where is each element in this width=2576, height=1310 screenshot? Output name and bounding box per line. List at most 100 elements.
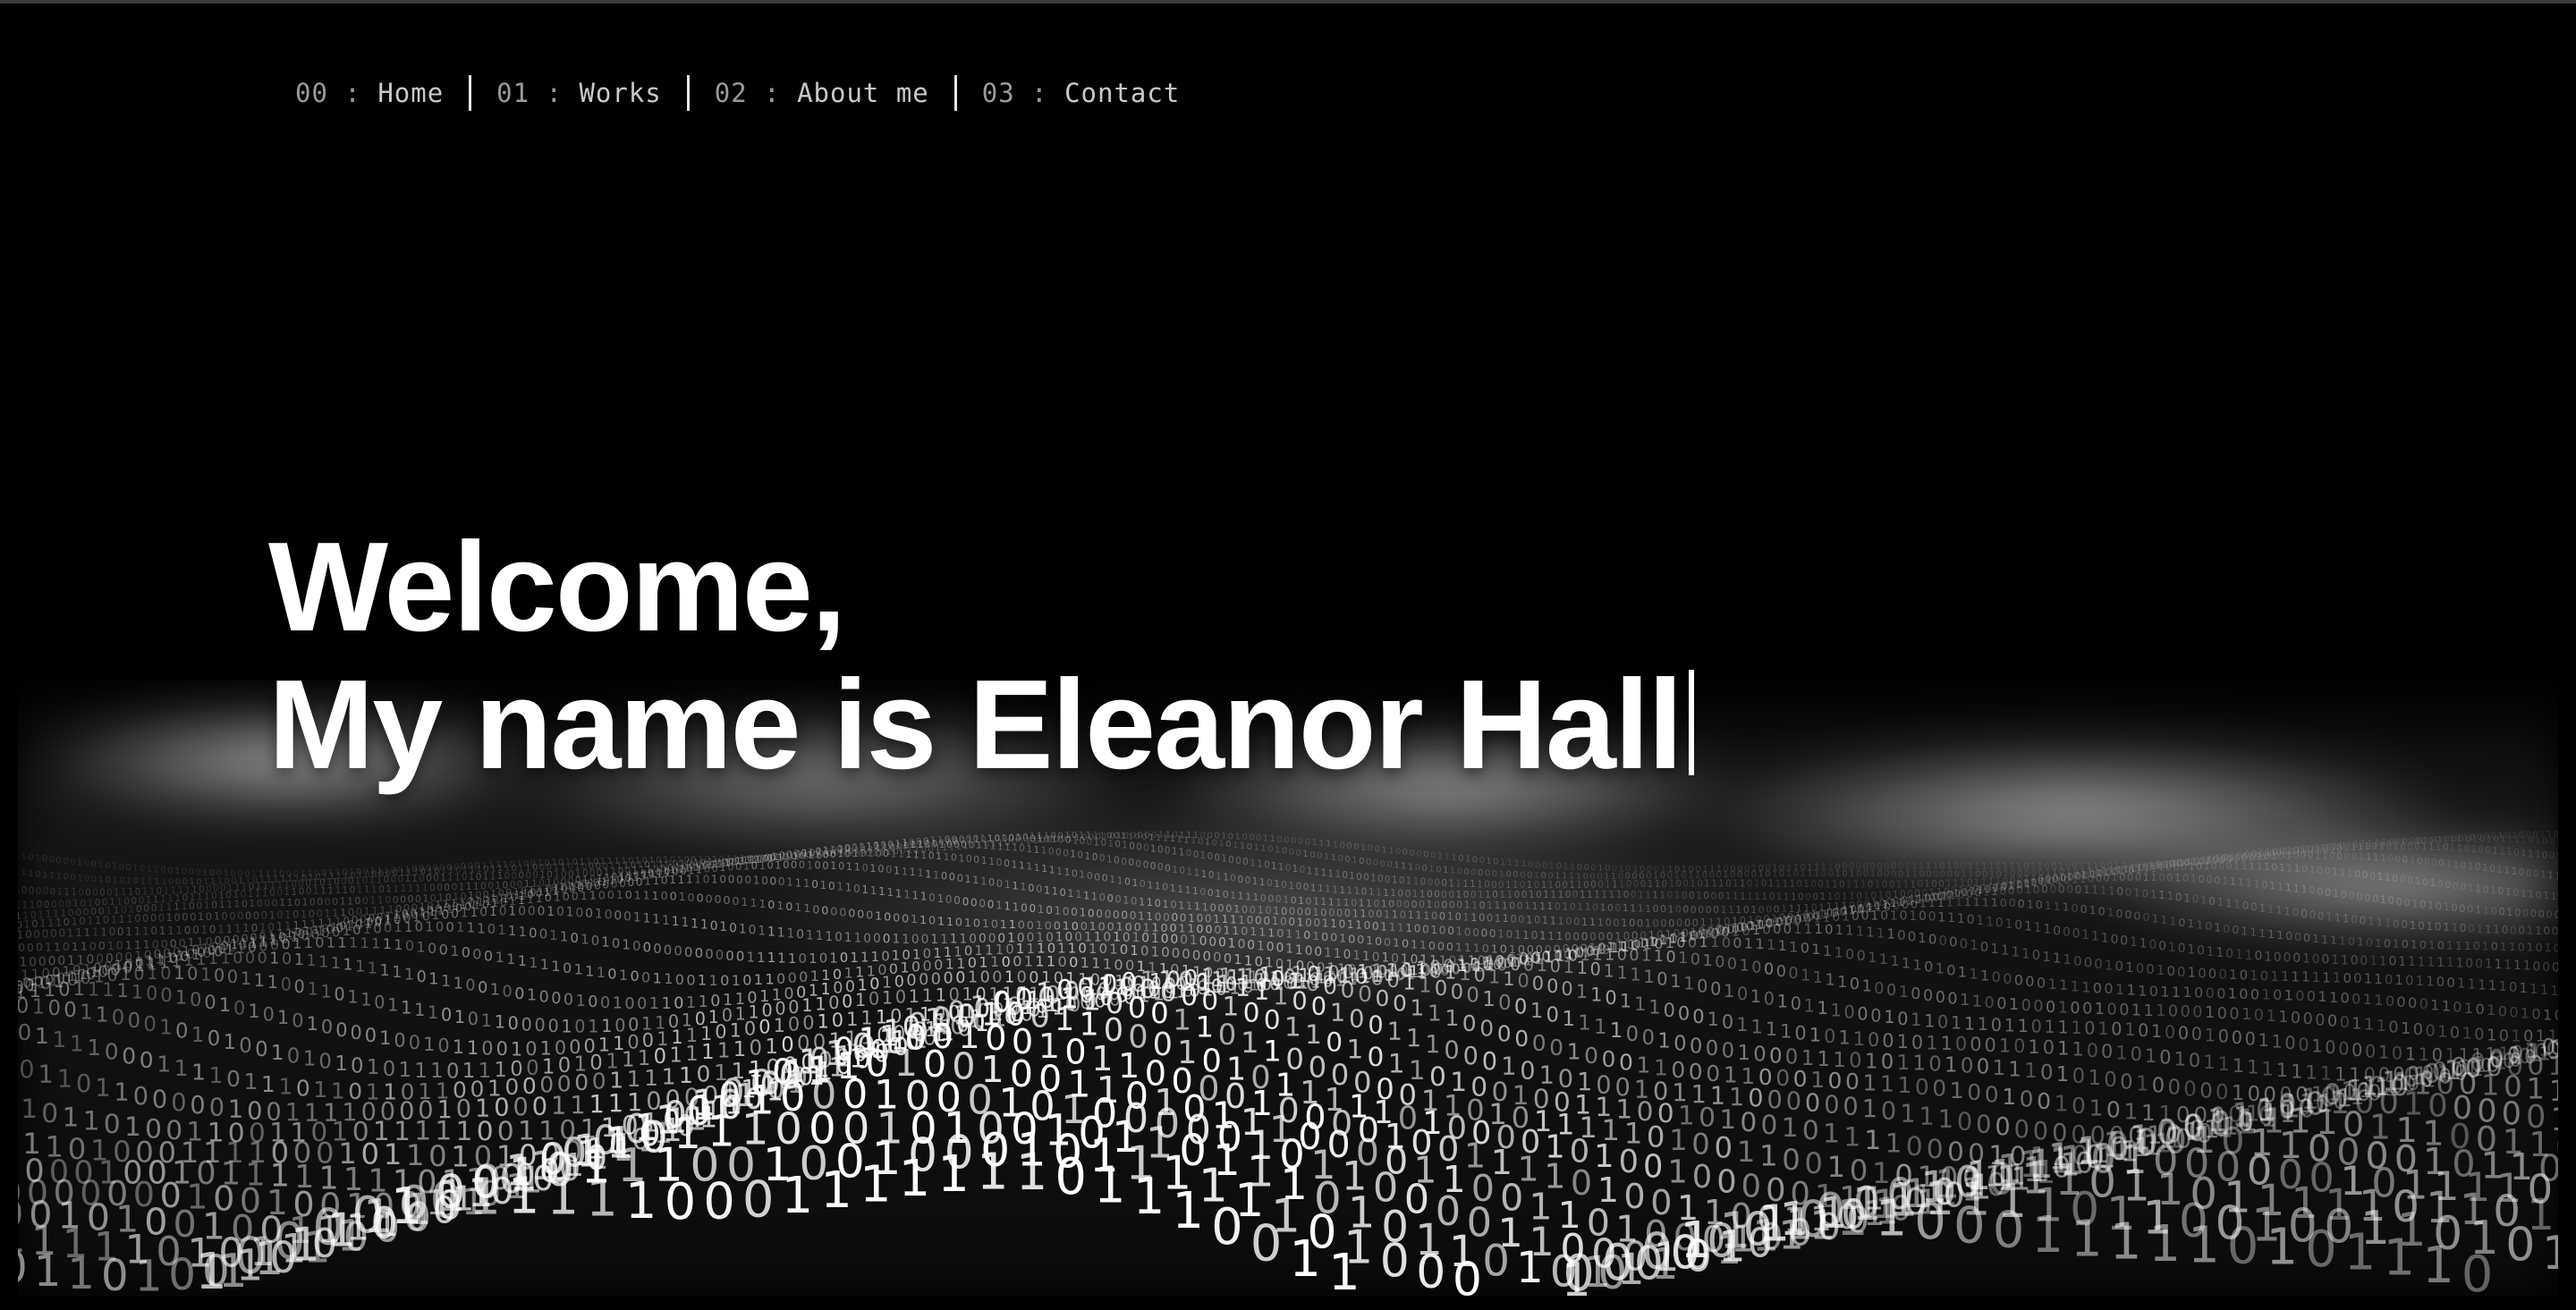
binary-digit: 1 — [49, 871, 55, 881]
binary-digit: 0 — [1713, 904, 1719, 916]
binary-digit: 1 — [1924, 1010, 1935, 1031]
binary-digit: 1 — [2309, 864, 2316, 875]
binary-digit: 1 — [326, 934, 335, 951]
binary-digit: 0 — [853, 883, 860, 895]
binary-digit: 0 — [1590, 959, 1601, 980]
binary-digit: 1 — [1617, 963, 1628, 984]
binary-digit: 1 — [2293, 883, 2300, 895]
binary-digit: 0 — [1071, 906, 1078, 918]
binary-digit: 0 — [823, 849, 829, 860]
binary-digit: 0 — [2291, 1010, 2301, 1027]
binary-digit: 0 — [1464, 867, 1470, 877]
binary-digit: 1 — [2398, 955, 2406, 969]
binary-digit: 1 — [1846, 881, 1852, 891]
binary-digit: 0 — [98, 940, 106, 953]
binary-digit: 1 — [2272, 1032, 2283, 1052]
binary-digit: 1 — [700, 918, 708, 933]
binary-digit: 1 — [2487, 834, 2492, 844]
binary-digit: 0 — [2325, 887, 2331, 899]
binary-digit: 0 — [957, 873, 963, 884]
binary-digit: 0 — [571, 930, 579, 946]
binary-digit: 0 — [472, 945, 481, 962]
binary-digit: 1 — [2095, 1001, 2105, 1018]
binary-digit: 1 — [1838, 1027, 1850, 1049]
binary-digit: 0 — [2422, 876, 2428, 888]
binary-digit: 0 — [1549, 1035, 1563, 1061]
binary-digit: 1 — [1740, 880, 1745, 890]
binary-digit: 1 — [1499, 869, 1504, 879]
binary-digit: 1 — [2347, 867, 2353, 879]
binary-digit: 1 — [815, 849, 821, 860]
binary-digit: 0 — [1637, 917, 1643, 929]
binary-digit: 0 — [1368, 1011, 1383, 1039]
binary-digit: 1 — [2411, 938, 2418, 951]
binary-digit: 0 — [1898, 869, 1903, 879]
binary-digit: 0 — [812, 903, 819, 917]
binary-digit: 1 — [1450, 866, 1455, 876]
binary-digit: 0 — [1690, 1035, 1703, 1059]
binary-digit: 1 — [2259, 902, 2267, 915]
binary-digit: 0 — [1326, 1027, 1343, 1058]
binary-digit: 1 — [589, 890, 597, 903]
binary-digit: 0 — [1442, 879, 1447, 889]
binary-digit: 0 — [1411, 899, 1418, 910]
binary-digit: 1 — [1186, 900, 1192, 912]
binary-digit: 1 — [2322, 850, 2328, 861]
binary-digit: 1 — [371, 884, 377, 895]
binary-digit: 0 — [2000, 897, 2007, 910]
binary-digit: 0 — [2189, 1050, 2200, 1071]
binary-digit: 1 — [1148, 833, 1154, 843]
binary-digit: 1 — [2168, 941, 2176, 955]
binary-digit: 0 — [632, 938, 640, 954]
binary-digit: 0 — [1697, 976, 1707, 997]
binary-digit: 0 — [1497, 1020, 1512, 1046]
binary-digit: 1 — [1191, 836, 1196, 846]
binary-digit: 1 — [1723, 870, 1728, 880]
binary-digit: 1 — [1902, 954, 1911, 971]
binary-digit: 0 — [317, 896, 323, 908]
binary-digit: 0 — [2032, 947, 2040, 963]
binary-digit: 1 — [423, 1034, 435, 1055]
binary-digit: 1 — [2452, 922, 2459, 934]
binary-digit: 1 — [1427, 899, 1433, 910]
binary-digit: 1 — [1012, 843, 1018, 854]
binary-digit: 1 — [913, 849, 919, 860]
binary-digit: 0 — [2178, 942, 2186, 956]
binary-digit: 1 — [1044, 884, 1050, 896]
binary-digit: 1 — [200, 965, 211, 985]
binary-digit: 0 — [1385, 875, 1390, 885]
binary-digit: 0 — [1235, 857, 1241, 866]
binary-digit: 1 — [1754, 880, 1759, 890]
binary-digit: 1 — [2374, 971, 2382, 987]
binary-digit: 0 — [1682, 891, 1688, 901]
binary-digit: 1 — [1354, 886, 1360, 897]
binary-digit: 1 — [1482, 988, 1496, 1011]
binary-digit: 0 — [189, 900, 195, 912]
binary-digit: 1 — [1645, 890, 1651, 900]
binary-digit: 0 — [27, 942, 34, 955]
binary-digit: 1 — [2521, 1004, 2529, 1021]
binary-digit: 1 — [1728, 904, 1734, 916]
binary-digit: 1 — [1183, 835, 1189, 845]
binary-digit: 1 — [2267, 903, 2275, 916]
binary-digit: 0 — [1182, 946, 1190, 962]
binary-digit: 1 — [527, 987, 537, 1005]
binary-digit: 0 — [1788, 965, 1798, 983]
binary-digit: 1 — [554, 891, 561, 904]
binary-digit: 1 — [803, 877, 810, 890]
binary-digit: 0 — [1773, 921, 1781, 937]
binary-digit: 0 — [2066, 883, 2073, 896]
binary-digit: 0 — [2174, 861, 2180, 873]
binary-digit: 0 — [2459, 903, 2465, 915]
binary-digit: 1 — [1793, 921, 1801, 937]
binary-digit: 1 — [1961, 870, 1966, 880]
binary-digit: 0 — [1162, 882, 1168, 893]
binary-digit: 1 — [649, 995, 659, 1013]
binary-digit: 1 — [1558, 916, 1564, 927]
binary-digit: 1 — [1240, 841, 1245, 851]
binary-digit: 0 — [521, 1014, 532, 1035]
binary-digit: 0 — [2043, 1037, 2055, 1059]
binary-digit: 0 — [2349, 891, 2355, 902]
binary-digit: 1 — [634, 889, 641, 902]
binary-digit: 0 — [1765, 869, 1770, 879]
